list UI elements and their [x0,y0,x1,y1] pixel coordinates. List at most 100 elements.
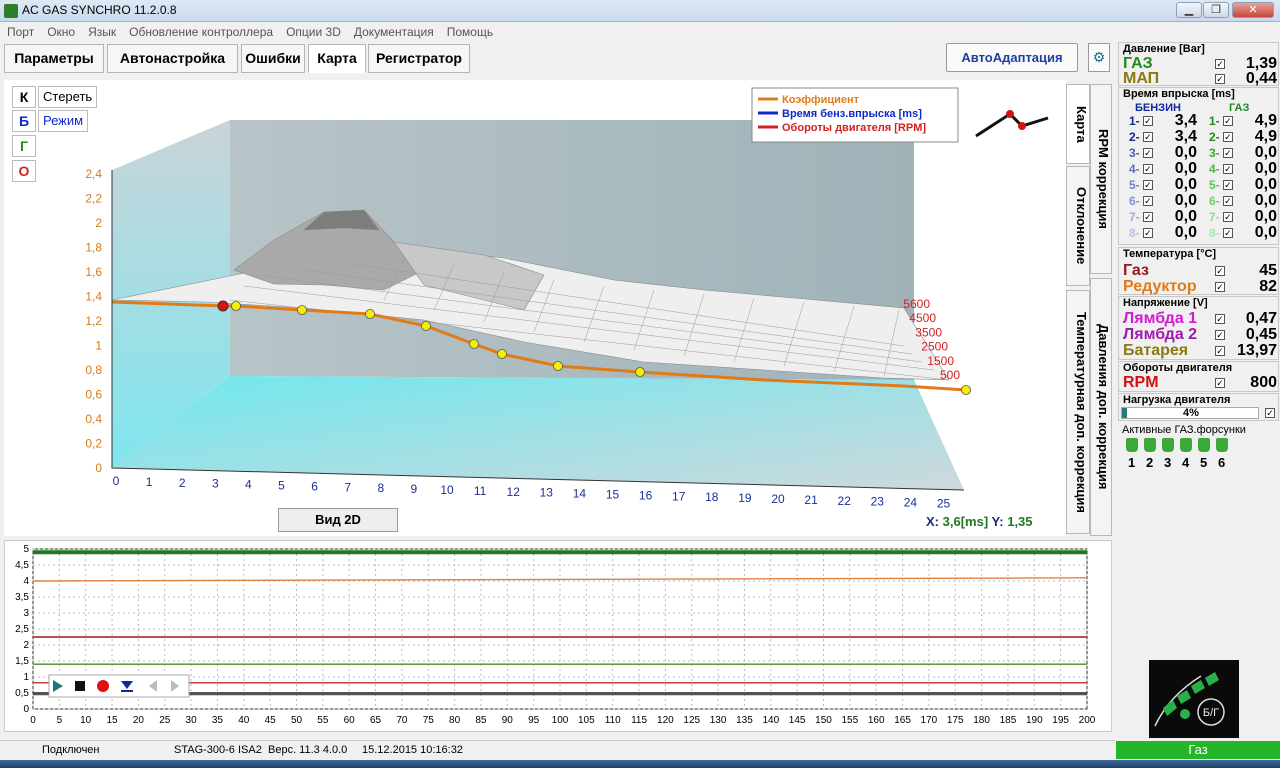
osc-x-tick-label: 150 [815,715,832,726]
gas-temp-checkbox[interactable]: ✓ [1215,266,1225,276]
load-checkbox[interactable]: ✓ [1265,408,1275,418]
tab-errors[interactable]: Ошибки [241,44,305,73]
x-tick-label: 16 [639,488,653,502]
load-group: Нагрузка двигателя 4% ✓ [1118,393,1279,421]
stop-icon[interactable] [75,681,85,691]
record-icon[interactable] [97,680,109,692]
temperature-header: Температура [°C] [1123,248,1217,260]
side-tab-rpm-correction[interactable]: RPM коррекция [1090,84,1112,274]
gas-pressure-checkbox[interactable]: ✓ [1215,59,1225,69]
benz-cyl-checkbox[interactable]: ✓ [1143,212,1153,222]
floor [112,376,964,490]
map-pressure-checkbox[interactable]: ✓ [1215,74,1225,84]
reducer-temp-checkbox[interactable]: ✓ [1215,282,1225,292]
benz-cyl-checkbox[interactable]: ✓ [1143,164,1153,174]
side-tab-temperature-correction[interactable]: Температурная доп. коррекция [1066,290,1090,534]
benz-cyl-checkbox[interactable]: ✓ [1143,116,1153,126]
injector-number: 1 [1128,455,1136,470]
x-tick-label: 22 [838,494,852,508]
view-2d-button[interactable]: Вид 2D [278,508,398,532]
rpm-tick-label: 5600 [903,297,930,311]
benz-cyl-checkbox[interactable]: ✓ [1143,196,1153,206]
o-button[interactable]: О [12,160,36,182]
y-tick-label: 0,2 [85,437,102,451]
x-tick-label: 5 [278,479,285,493]
benz-cyl-checkbox[interactable]: ✓ [1143,148,1153,158]
tab-map[interactable]: Карта [308,44,366,73]
b-button[interactable]: Б [12,110,36,132]
battery-checkbox[interactable]: ✓ [1215,346,1225,356]
osc-x-tick-label: 105 [578,715,595,726]
cursor-readout: X: 3,6[ms] Y: 1,35 [926,514,1033,529]
osc-y-tick-label: 4 [23,576,29,587]
close-button[interactable]: ✕ [1232,2,1274,18]
injector-number: 4 [1182,455,1190,470]
gas-cyl-checkbox[interactable]: ✓ [1223,180,1233,190]
maximize-button[interactable]: ❐ [1203,2,1229,18]
benz-cyl-checkbox[interactable]: ✓ [1143,228,1153,238]
menu-documentation[interactable]: Документация [347,22,440,39]
y-tick-label: 2 [95,216,102,230]
x-tick-label: 13 [540,486,554,500]
osc-y-tick-label: 2 [23,640,29,651]
gas-cyl-label: 1- [1209,114,1220,128]
gas-cyl-value: 0,0 [1254,224,1277,241]
fuel-switch-label: Б/Г [1203,707,1219,719]
tab-recorder[interactable]: Регистратор [368,44,470,73]
tab-autocalibration[interactable]: Автонастройка [107,44,238,73]
injector-icon [1198,438,1210,452]
osc-x-tick-label: 35 [212,715,224,726]
x-tick-label: 10 [440,483,454,497]
gas-cyl-checkbox[interactable]: ✓ [1223,196,1233,206]
osc-x-tick-label: 190 [1026,715,1043,726]
curve-preview-icon[interactable] [972,86,1050,166]
auto-adaptation-button[interactable]: АвтоАдаптация [946,43,1078,72]
gas-cyl-checkbox[interactable]: ✓ [1223,228,1233,238]
x-tick-label: 14 [573,487,587,501]
gas-cyl-checkbox[interactable]: ✓ [1223,132,1233,142]
x-tick-label: 25 [937,497,951,511]
rpm-group: Обороты двигателя RPM ✓ 800 [1118,361,1279,392]
app-icon [4,4,18,18]
benz-cyl-checkbox[interactable]: ✓ [1143,132,1153,142]
legend-inj-time: Время бенз.впрыска [ms] [782,108,922,120]
benz-cyl-label: 2- [1129,130,1140,144]
lambda2-checkbox[interactable]: ✓ [1215,330,1225,340]
right-panel: Давление [Bar] ГАЗ ✓ 1,39 МАП ✓ 0,44 Вре… [1115,40,1280,740]
benz-cyl-checkbox[interactable]: ✓ [1143,180,1153,190]
osc-x-tick-label: 130 [710,715,727,726]
osc-x-tick-label: 170 [921,715,938,726]
osc-y-tick-label: 2,5 [15,624,29,635]
g-button[interactable]: Г [12,135,36,157]
fuel-switch[interactable]: Б/Г [1149,660,1239,738]
map-3d-plot[interactable]: 0 0,2 0,4 0,6 0,8 1 1,2 1,4 1,6 1,8 2 2,2 2,4 012345… [4,80,1066,536]
menu-language[interactable]: Язык [81,22,122,39]
injectors-header: Активные ГАЗ.форсунки [1122,424,1246,436]
title-bar: AC GAS SYNCHRO 11.2.0.8 ▁ ❐ ✕ [0,0,1280,22]
y-tick-label: 0 [95,461,102,475]
gas-cyl-checkbox[interactable]: ✓ [1223,164,1233,174]
side-tab-deviation[interactable]: Отклонение [1066,166,1090,286]
k-button[interactable]: К [12,86,36,108]
menu-port[interactable]: Порт [0,22,40,39]
rpm-checkbox[interactable]: ✓ [1215,378,1225,388]
menu-window[interactable]: Окно [40,22,81,39]
osc-x-tick-label: 115 [631,715,647,726]
settings-icon[interactable]: ⚙ [1088,43,1110,72]
y-tick-label: 1,4 [85,290,102,304]
mode-button[interactable]: Режим [38,110,89,132]
date-time: 15.12.2015 10:16:32 [362,744,463,756]
lambda1-checkbox[interactable]: ✓ [1215,314,1225,324]
side-tab-pressure-correction[interactable]: Давления доп. коррекция [1090,278,1112,536]
gas-cyl-checkbox[interactable]: ✓ [1223,212,1233,222]
tab-parameters[interactable]: Параметры [4,44,104,73]
clear-button[interactable]: Стереть [38,86,98,108]
minimize-button[interactable]: ▁ [1176,2,1202,18]
oscilloscope-chart[interactable]: 0 5 10 15 20 25 30 35 40 45 50 55 60 65 70 75 80 85 90 95 10… [4,540,1112,732]
menu-3d-options[interactable]: Опции 3D [279,22,347,39]
gas-cyl-checkbox[interactable]: ✓ [1223,148,1233,158]
gas-cyl-checkbox[interactable]: ✓ [1223,116,1233,126]
side-tab-map[interactable]: Карта [1066,84,1090,164]
menu-help[interactable]: Помощь [440,22,499,39]
menu-firmware-update[interactable]: Обновление контроллера [122,22,279,39]
